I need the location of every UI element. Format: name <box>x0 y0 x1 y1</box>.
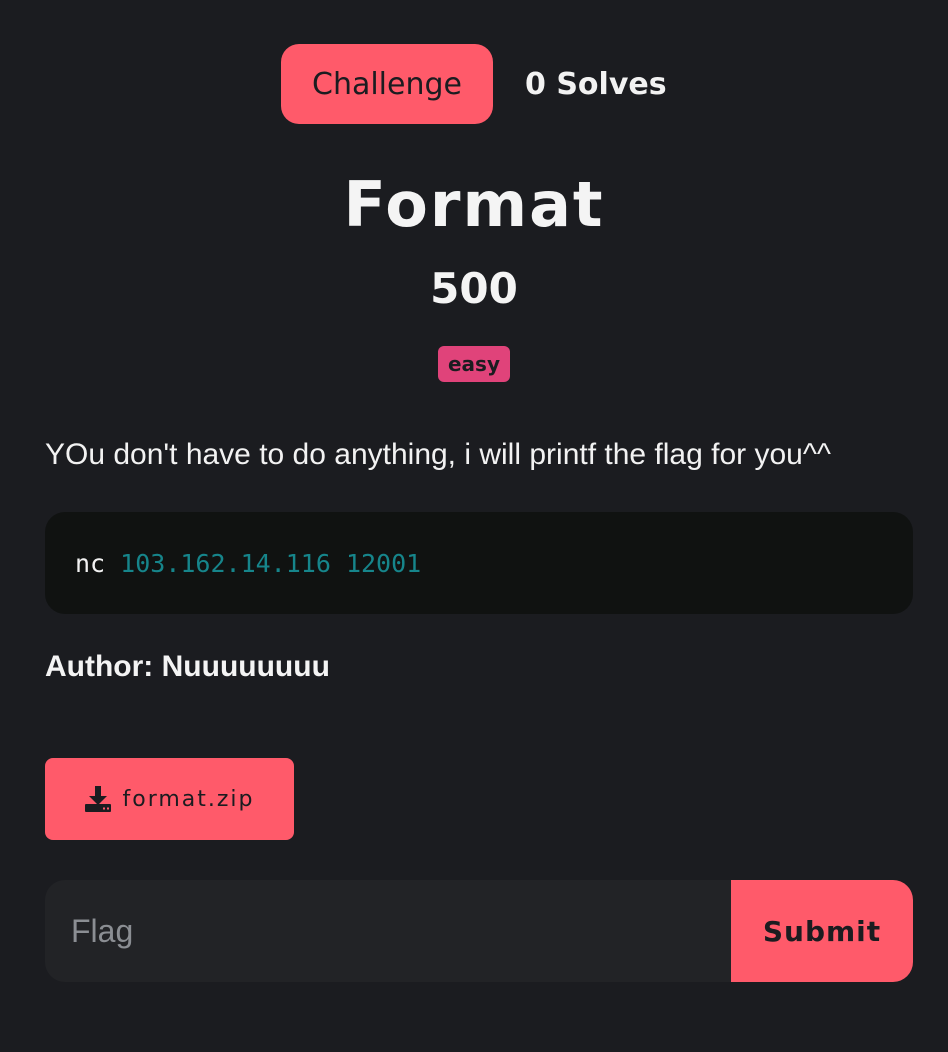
download-file-label: format.zip <box>122 786 255 812</box>
code-command: nc <box>75 548 106 578</box>
challenge-tabs: Challenge 0 Solves <box>281 44 667 124</box>
code-arguments: 103.162.14.116 12001 <box>120 548 422 578</box>
challenge-title: Format <box>343 168 605 241</box>
tab-challenge[interactable]: Challenge <box>281 44 493 124</box>
tab-solves[interactable]: 0 Solves <box>525 67 667 102</box>
submit-button[interactable]: Submit <box>731 880 913 982</box>
challenge-points: 500 <box>430 264 518 313</box>
download-file-button[interactable]: format.zip <box>45 758 294 840</box>
challenge-description: YOu don't have to do anything, i will pr… <box>45 438 831 471</box>
difficulty-badge-container: easy <box>0 346 948 382</box>
flag-input[interactable] <box>45 880 731 982</box>
flag-submission-form: Submit <box>45 880 913 982</box>
challenge-author: Author: Nuuuuuuuu <box>45 650 330 683</box>
download-icon <box>84 785 112 813</box>
difficulty-badge: easy <box>437 346 510 382</box>
connection-code-block: nc 103.162.14.116 12001 <box>45 512 913 614</box>
